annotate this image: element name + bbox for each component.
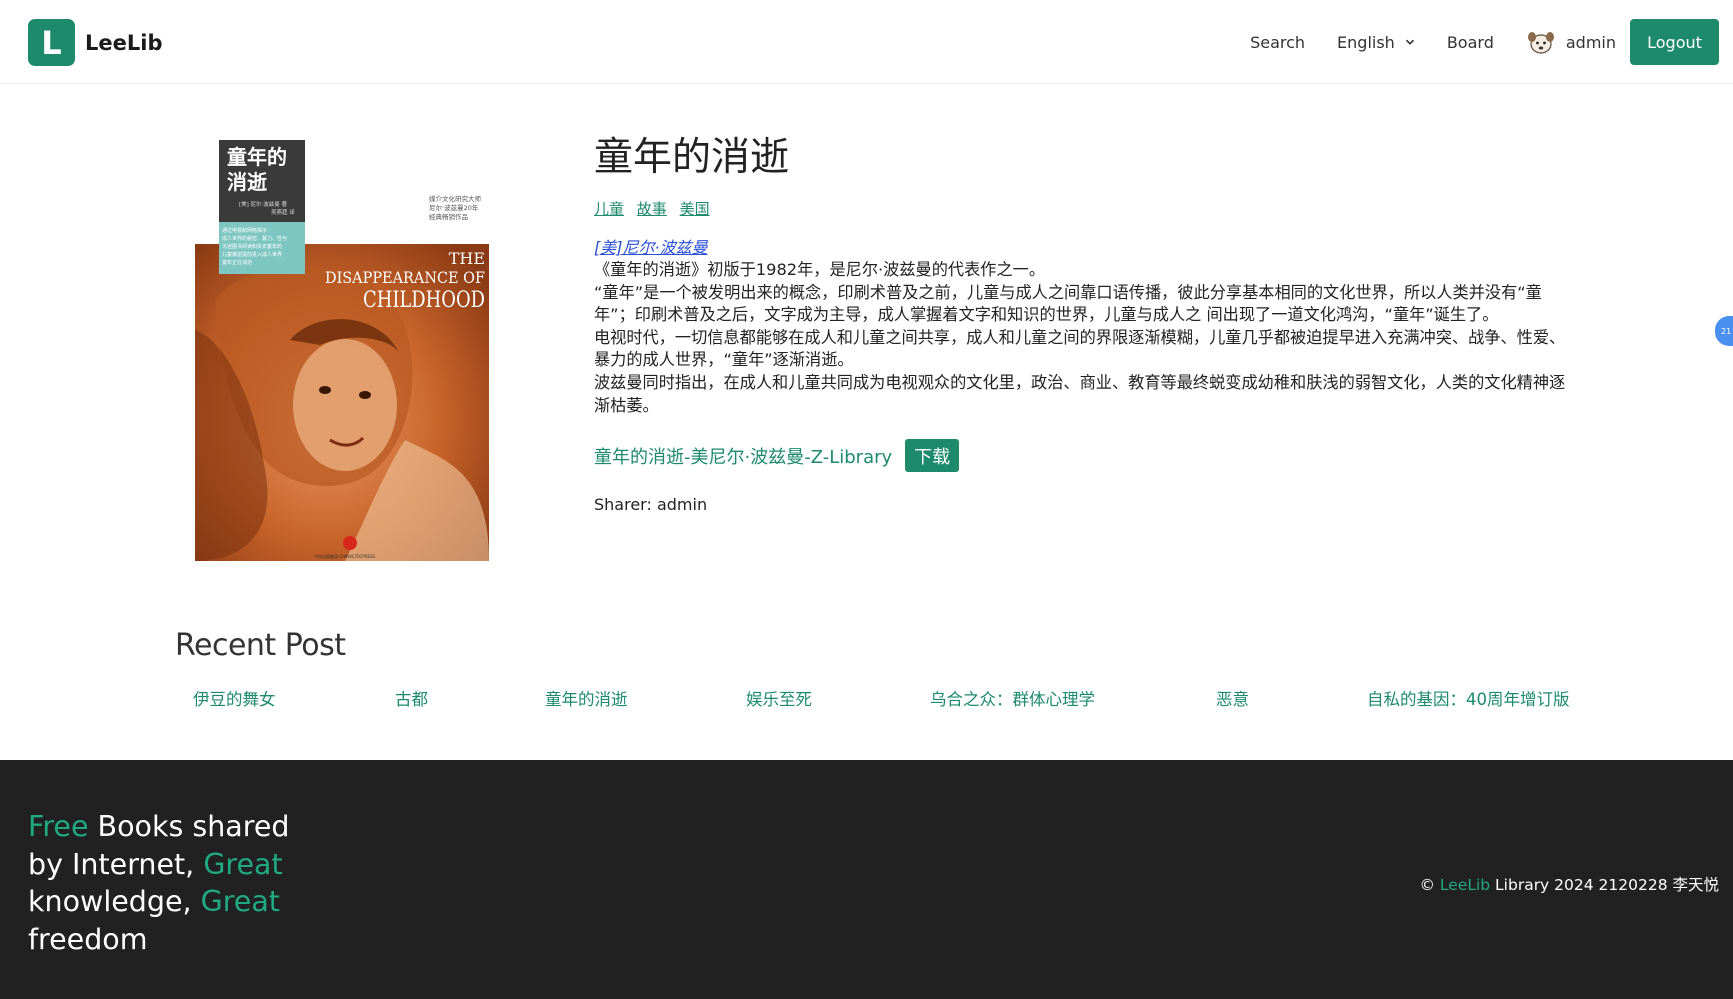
tag-link[interactable]: 美国 [680, 200, 710, 218]
logout-button[interactable]: Logout [1630, 19, 1719, 65]
book-cover-image: 童年的 消逝 [美] 尼尔·波兹曼 著 吴燕莛 译 通过电视和网络揭示 成人世界… [195, 140, 489, 561]
svg-text:儿童被迫提前进入成人世界: 儿童被迫提前进入成人世界 [222, 251, 282, 258]
language-label: English [1337, 32, 1395, 52]
recent-post-link[interactable]: 乌合之众：群体心理学 [930, 686, 1095, 710]
svg-text:童年的: 童年的 [227, 145, 287, 169]
recent-post-link[interactable]: 自私的基因：40周年增订版 [1367, 686, 1570, 710]
svg-text:消逝: 消逝 [227, 170, 267, 194]
floating-side-badge[interactable]: 21 [1715, 316, 1733, 346]
svg-text:[美] 尼尔·波兹曼 著: [美] 尼尔·波兹曼 著 [239, 200, 288, 208]
nav-menu: Search English Board admin Logout [1250, 19, 1719, 65]
author-link[interactable]: [美]尼尔·波兹曼 [594, 237, 1574, 259]
tag-link[interactable]: 儿童 [594, 200, 624, 218]
svg-text:DISAPPEARANCE OF: DISAPPEARANCE OF [325, 268, 485, 287]
footer-copyright: © LeeLib Library 2024 2120228 李天悦 [1419, 873, 1719, 895]
recent-post-link[interactable]: 古都 [395, 686, 428, 710]
description-paragraph: 电视时代，一切信息都能够在成人和儿童之间共享，成人和儿童之间的界限逐渐模糊，儿童… [594, 327, 1566, 370]
username: admin [1565, 32, 1616, 52]
recent-post-link[interactable]: 娱乐至死 [746, 686, 812, 710]
recent-post-link[interactable]: 童年的消逝 [545, 686, 628, 710]
description-paragraph: 波兹曼同时指出，在成人和儿童共同成为电视观众的文化里，政治、商业、教育等最终蜕变… [594, 372, 1566, 415]
book-title: 童年的消逝 [594, 135, 790, 180]
svg-text:吴燕莛 译: 吴燕莛 译 [271, 208, 295, 216]
user-menu[interactable]: admin [1526, 27, 1616, 57]
slogan-accent-text: Free [28, 810, 89, 843]
copyright-suffix: Library 2024 2120228 李天悦 [1490, 876, 1719, 894]
description-paragraph: 《童年的消逝》初版于1982年，是尼尔·波兹曼的代表作之一。 [594, 260, 1046, 279]
recent-post-link[interactable]: 伊豆的舞女 [193, 686, 276, 710]
top-navbar: L LeeLib Search English Board admin Logo… [0, 0, 1733, 84]
slogan-text: freedom [28, 922, 148, 956]
svg-text:尼尔·波兹曼20年: 尼尔·波兹曼20年 [429, 203, 479, 212]
chevron-down-icon [1405, 39, 1414, 45]
leelib-logo-icon: L [28, 19, 75, 66]
slogan-accent-text: Great [200, 885, 280, 918]
nav-board-link[interactable]: Board [1447, 33, 1494, 52]
book-detail: 童年的消逝 儿童 故事 美国 [美]尼尔·波兹曼 《童年的消逝》初版于1982年… [594, 130, 1574, 514]
svg-text:CHILDHOOD: CHILDHOOD [363, 288, 485, 313]
nav-search-link[interactable]: Search [1250, 33, 1305, 52]
slogan-accent-text: Great [203, 847, 283, 881]
svg-text:THE: THE [449, 249, 485, 268]
svg-text:中信出版集团 CHINACITICPRESS: 中信出版集团 CHINACITICPRESS [314, 553, 376, 559]
brand-name: LeeLib [85, 30, 163, 55]
recent-post-list: 伊豆的舞女 古都 童年的消逝 娱乐至死 乌合之众：群体心理学 恶意 自私的基因：… [193, 686, 1573, 712]
book-file-link[interactable]: 童年的消逝-美尼尔·波兹曼-Z-Library [594, 443, 892, 469]
slogan-text: knowledge, [28, 885, 201, 918]
user-avatar-icon [1527, 32, 1554, 54]
sharer-info: Sharer: admin [594, 495, 708, 515]
site-footer: Free Books shared by Internet, Great kno… [0, 760, 1733, 999]
svg-text:媒介文化研究大师: 媒介文化研究大师 [429, 194, 482, 203]
download-row: 童年的消逝-美尼尔·波兹曼-Z-Library 下载 [594, 439, 1574, 473]
tag-link[interactable]: 故事 [637, 200, 667, 218]
description-paragraph: “童年”是一个被发明出来的概念，印刷术普及之前，儿童与成人之间靠口语传播，彼此分… [594, 282, 1542, 325]
svg-text:通过电视和网络揭示: 通过电视和网络揭示 [222, 227, 267, 234]
copyright-brand-link[interactable]: LeeLib [1440, 876, 1490, 894]
brand-home-link[interactable]: L LeeLib [28, 19, 162, 66]
svg-text:成人世界的秘密、暴力、性与: 成人世界的秘密、暴力、性与 [222, 235, 287, 242]
recent-post-link[interactable]: 恶意 [1216, 686, 1249, 710]
svg-text:经典畅销作品: 经典畅销作品 [429, 212, 468, 221]
book-tags: 儿童 故事 美国 [594, 198, 1574, 219]
footer-slogan: Free Books shared by Internet, Great kno… [28, 808, 318, 958]
svg-text:童年正在消逝: 童年正在消逝 [222, 259, 252, 266]
svg-text:沉迷图书阅读和失去童年的: 沉迷图书阅读和失去童年的 [222, 243, 282, 250]
language-dropdown[interactable]: English [1337, 33, 1415, 52]
copyright-prefix: © [1419, 876, 1440, 894]
recent-post-heading: Recent Post [175, 628, 346, 663]
download-button[interactable]: 下载 [905, 439, 960, 473]
